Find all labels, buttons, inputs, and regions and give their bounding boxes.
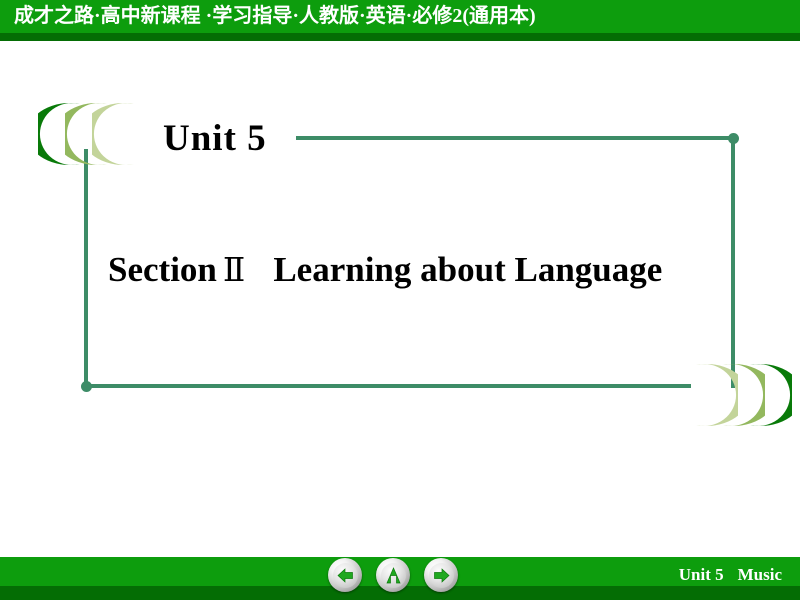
arrow-left-icon [332,562,358,588]
header-bar-shadow [0,33,800,41]
frame-corner-dot-top-right [728,133,739,144]
frame-corner-dot-bottom-left [81,381,92,392]
next-section-button[interactable] [376,558,410,592]
next-slide-button[interactable] [424,558,458,592]
header-title: 成才之路·高中新课程 ·学习指导·人教版·英语·必修2(通用本) [14,5,536,27]
slide-section-heading: Section Ⅱ Learning about Language [108,248,662,292]
frame-left-line [84,149,88,388]
crescent-icon-light [92,103,142,165]
slide-stage: Unit 5 Section Ⅱ Learning about Language [0,41,800,557]
crescent-decoration-left [38,103,138,169]
arrow-right-icon [428,562,454,588]
navigation-buttons [328,558,458,596]
footer-label: Unit 5 Music [679,563,782,587]
frame-top-line [296,136,733,140]
footer-topic: Music [737,565,782,584]
crescent-icon-dark [742,364,792,426]
crescent-decoration-right [688,364,792,430]
section-title: Learning about Language [273,250,663,289]
previous-slide-button[interactable] [328,558,362,592]
section-label: Section [108,250,217,289]
frame-right-line [731,136,735,388]
slide-unit-heading: Unit 5 [163,117,277,161]
frame-bottom-line [84,384,691,388]
section-numeral: Ⅱ [222,250,246,289]
arrow-down-icon [380,562,406,588]
footer-unit: Unit 5 [678,565,724,584]
